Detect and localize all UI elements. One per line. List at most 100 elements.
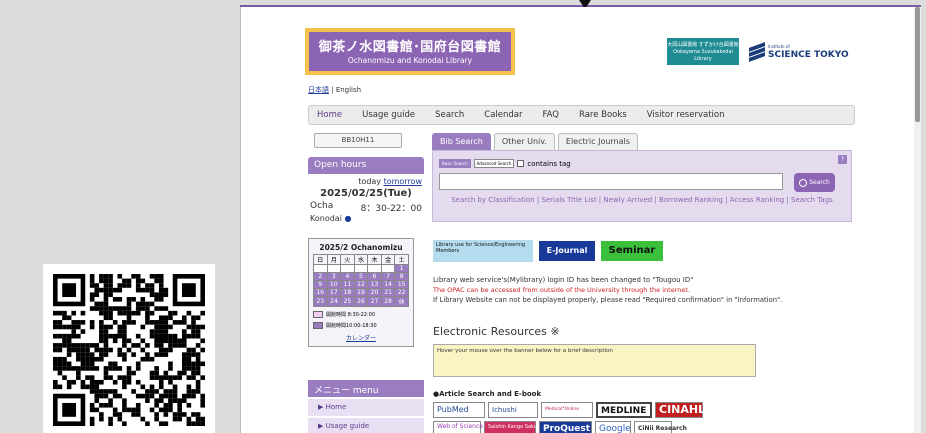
library-use-banner[interactable]: Library use for Science/Engineering Memb… xyxy=(433,240,533,262)
qr-module xyxy=(135,333,141,339)
qr-module xyxy=(57,356,63,362)
qr-module xyxy=(135,412,141,417)
ejournal-banner[interactable]: E-Journal xyxy=(539,241,595,261)
qr-module xyxy=(99,301,104,307)
contains-tag-checkbox[interactable] xyxy=(517,160,525,167)
qr-module xyxy=(135,278,141,284)
qr-module xyxy=(85,343,90,348)
tomorrow-link[interactable]: tomorrow xyxy=(384,177,422,186)
search-links[interactable]: Search by Classification | Serials Title… xyxy=(439,195,845,205)
basic-search-toggle[interactable]: Basic Search xyxy=(439,159,471,168)
qr-module xyxy=(195,416,201,422)
advanced-search-toggle[interactable]: Advanced Search xyxy=(473,159,515,168)
konodai-label: Konodai xyxy=(310,214,342,223)
sidebar: BB10H11 Open hours today tomorrow 2025/0… xyxy=(308,133,424,347)
qr-module xyxy=(177,402,182,408)
qr-module xyxy=(117,297,123,302)
qr-module xyxy=(71,329,77,334)
calendar-day: 13 xyxy=(367,280,382,289)
qr-module xyxy=(191,375,196,380)
scrollbar[interactable] xyxy=(914,7,921,433)
calendar-widget[interactable]: 2025/2 Ochanomizu 日 月 火 水 木 金 土 12345678… xyxy=(308,238,414,347)
qr-module xyxy=(186,421,192,426)
qr-module xyxy=(112,361,118,367)
qr-module xyxy=(122,352,127,357)
cinii-logo[interactable]: CiNii Research xyxy=(634,421,687,433)
nav-rare-books[interactable]: Rare Books xyxy=(579,110,627,120)
qr-module xyxy=(122,407,127,413)
menu-item-home[interactable]: ▶ Home xyxy=(308,399,424,417)
qr-module xyxy=(145,315,150,321)
search-input[interactable] xyxy=(439,173,783,190)
qr-module xyxy=(85,356,90,362)
qr-module xyxy=(71,320,77,325)
qr-module xyxy=(57,384,63,390)
medline-logo[interactable]: MEDLINE xyxy=(596,402,652,418)
qr-module xyxy=(103,389,109,394)
qr-module xyxy=(140,324,146,330)
ichushi-logo[interactable]: Ichushi xyxy=(488,402,538,418)
qr-module xyxy=(195,329,201,334)
proquest-logo[interactable]: ProQuest xyxy=(539,421,592,433)
qr-module xyxy=(168,366,173,371)
calendar-day: 14 xyxy=(380,280,396,289)
qr-module xyxy=(191,333,196,339)
scrollbar-thumb[interactable] xyxy=(915,7,920,122)
cinahl-logo[interactable]: CINAHL xyxy=(655,402,705,418)
google-logo[interactable]: Google xyxy=(595,421,631,433)
qr-module xyxy=(158,320,164,325)
qr-module xyxy=(103,278,109,284)
nav-visitor-reservation[interactable]: Visitor reservation xyxy=(647,110,725,120)
qr-module xyxy=(103,393,109,399)
sidebar-search-button[interactable]: BB10H11 xyxy=(314,133,402,148)
partner-library-banner[interactable]: 大岡山図書館 すずかけ台図書館 Ookayama Suzukakedai Lib… xyxy=(667,38,739,65)
menu-item-usage-guide[interactable]: ▶ Usage guide xyxy=(308,418,424,433)
nav-calendar[interactable]: Calendar xyxy=(484,110,522,120)
qr-module xyxy=(62,310,67,316)
nav-faq[interactable]: FAQ xyxy=(543,110,559,120)
weekday-cell: 水 xyxy=(353,254,369,265)
qr-module xyxy=(168,402,173,408)
qr-module xyxy=(172,338,178,344)
qr-module xyxy=(66,338,72,344)
qr-module xyxy=(186,393,192,399)
tab-bib-search[interactable]: Bib Search xyxy=(432,133,491,150)
seminar-banner[interactable]: Seminar xyxy=(601,241,663,261)
qr-module xyxy=(163,333,169,339)
qr-module xyxy=(191,329,196,334)
calendar-table: 日 月 火 水 木 金 土 1 2 3 4 5 6 7 8 9 10 11 12 13 14 15 16 17 1… xyxy=(313,254,409,307)
qr-module xyxy=(103,301,109,307)
qr-module xyxy=(168,407,173,413)
qr-module xyxy=(85,375,90,380)
tab-other-univ[interactable]: Other Univ. xyxy=(493,133,555,150)
lang-en[interactable]: English xyxy=(336,86,361,94)
help-icon[interactable]: ? xyxy=(838,155,847,164)
tab-electric-journals[interactable]: Electric Journals xyxy=(557,133,638,150)
qr-module xyxy=(53,320,58,325)
library-logo[interactable]: 御茶ノ水図書館･国府台図書館 Ochanomizu and Konodai Li… xyxy=(305,28,515,75)
calendar-day: 5 xyxy=(353,272,369,281)
qr-module xyxy=(108,315,113,321)
nav-home[interactable]: Home xyxy=(317,110,342,120)
qr-module xyxy=(195,370,201,376)
qr-module xyxy=(140,297,146,302)
medical-online-logo[interactable]: Medical*Online xyxy=(541,402,593,418)
pubmed-logo[interactable]: PubMed xyxy=(433,402,485,418)
qr-module xyxy=(103,292,109,298)
nav-search[interactable]: Search xyxy=(435,110,464,120)
saishin-kango-logo[interactable]: Saishin Kango Sakuin Web xyxy=(484,421,554,433)
qr-module xyxy=(168,375,173,380)
qr-module xyxy=(195,343,201,348)
lang-jp-link[interactable]: 日本語 xyxy=(308,86,329,94)
qr-finder-square xyxy=(181,283,196,298)
calendar-link[interactable]: カレンダー xyxy=(313,333,409,342)
qr-module xyxy=(163,320,169,325)
weekday-cell: 土 xyxy=(394,254,409,265)
qr-module xyxy=(191,361,196,367)
search-button[interactable]: Search xyxy=(794,173,835,192)
web-of-science-logo[interactable]: Web of Science xyxy=(433,421,483,433)
nav-usage-guide[interactable]: Usage guide xyxy=(362,110,415,120)
calendar-day: 休 xyxy=(394,296,409,307)
main-nav: Home Usage guide Search Calendar FAQ Rar… xyxy=(308,105,855,125)
science-tokyo-logo[interactable]: Institute of SCIENCE TOKYO xyxy=(749,41,849,62)
